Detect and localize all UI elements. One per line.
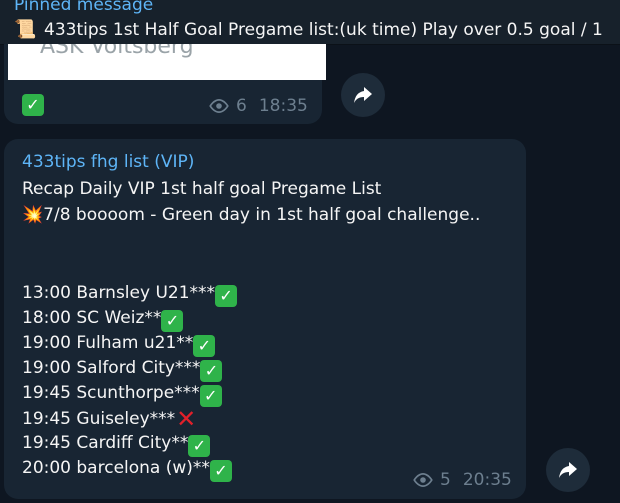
view-count: 5 [440, 470, 451, 490]
pinned-text: 433tips 1st Half Goal Pregame list:(uk t… [44, 20, 603, 40]
message-time: 20:35 [462, 470, 512, 490]
tip-text: 13:00 Barnsley U21*** [22, 283, 216, 303]
tip-text: 19:45 Scunthorpe*** [22, 383, 200, 403]
check-mark-icon: ✓ [200, 360, 223, 382]
list-item: 19:45 Cardiff City** ✓ [22, 433, 211, 457]
message-meta: 6 18:35 [208, 96, 308, 116]
share-arrow-icon [354, 87, 372, 103]
share-button[interactable] [341, 73, 385, 117]
check-mark-icon: ✓ [22, 88, 44, 116]
tip-text: 19:45 Guiseley*** [22, 409, 176, 429]
headline-text: 7/8 boooom - Green day in 1st half goal … [43, 205, 481, 225]
list-item: 19:45 Guiseley***✕ [22, 405, 197, 433]
tip-text: 19:45 Cardiff City** [22, 433, 189, 453]
message-bubble: ASK Voitsberg ✓ 6 18:35 [4, 44, 326, 124]
message-image[interactable]: ASK Voitsberg [8, 44, 326, 80]
check-mark-icon: ✓ [161, 310, 184, 332]
check-mark-icon: ✓ [209, 460, 232, 482]
list-item: 19:00 Fulham u21** ✓ [22, 333, 216, 357]
check-mark-icon: ✓ [193, 335, 216, 357]
check-mark-icon: ✓ [215, 285, 238, 307]
views-eye-icon [209, 99, 229, 113]
cross-mark-icon: ✕ [176, 405, 197, 433]
tip-text: 19:00 Salford City*** [22, 358, 201, 378]
message-meta: 5 20:35 [412, 470, 512, 490]
share-button[interactable] [546, 448, 590, 492]
scroll-icon: 📜 [14, 19, 37, 40]
message-headline: 💥7/8 boooom - Green day in 1st half goal… [22, 205, 480, 225]
check-mark-icon: ✓ [199, 385, 222, 407]
view-count: 6 [236, 96, 247, 116]
tip-text: 18:00 SC Weiz** [22, 308, 162, 328]
list-item: 19:45 Scunthorpe*** ✓ [22, 383, 222, 407]
message-bubble: 433tips fhg list (VIP) Recap Daily VIP 1… [4, 139, 526, 499]
share-arrow-icon [559, 462, 577, 478]
list-item: 19:00 Salford City*** ✓ [22, 358, 223, 382]
pinned-title: Pinned message [14, 0, 154, 15]
views-eye-icon [413, 473, 433, 487]
message-author[interactable]: 433tips fhg list (VIP) [22, 152, 194, 172]
message-subtitle: Recap Daily VIP 1st half goal Pregame Li… [22, 179, 382, 199]
check-mark-icon: ✓ [188, 435, 211, 457]
list-item: 20:00 barcelona (w)** ✓ [22, 458, 232, 482]
tip-text: 19:00 Fulham u21** [22, 333, 194, 353]
collision-icon: 💥 [22, 205, 44, 225]
list-item: 13:00 Barnsley U21*** ✓ [22, 283, 238, 307]
tip-text: 20:00 barcelona (w)** [22, 458, 210, 478]
pinned-message-bar[interactable]: Pinned message 📜 433tips 1st Half Goal P… [0, 0, 620, 45]
message-time: 18:35 [258, 96, 308, 116]
image-caption-text: ASK Voitsberg [40, 44, 194, 59]
list-item: 18:00 SC Weiz** ✓ [22, 308, 184, 332]
